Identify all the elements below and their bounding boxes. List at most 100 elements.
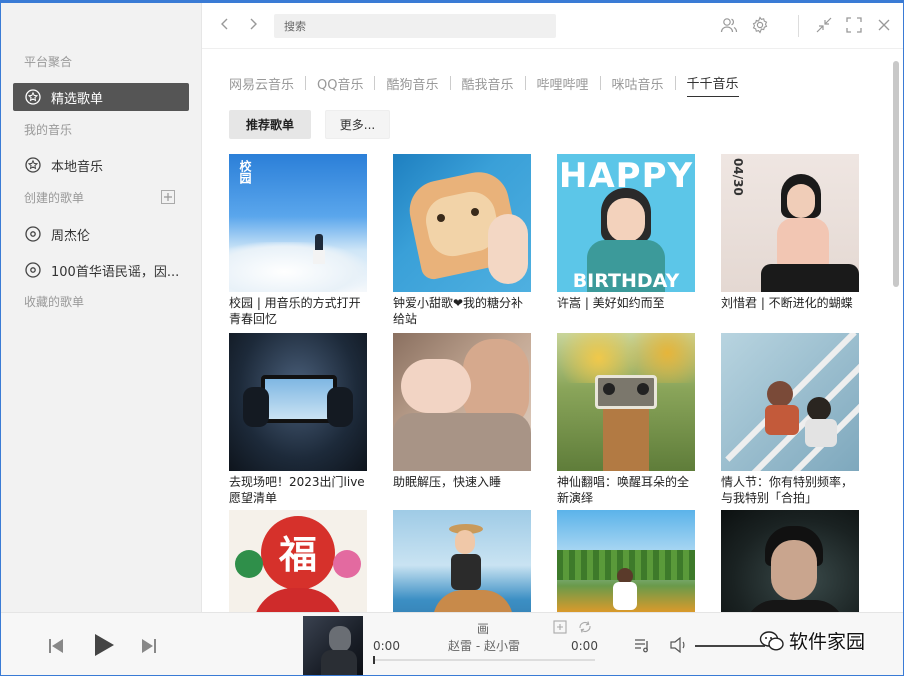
sidebar-item-label: 精选歌单	[51, 91, 104, 107]
disc-icon	[25, 226, 41, 242]
watermark-text: 软件家园	[789, 631, 866, 653]
time-current: 0:00	[373, 639, 400, 653]
playlist-cover	[721, 510, 859, 612]
tab-netease[interactable]: 网易云音乐	[229, 74, 294, 97]
back-arrow-icon[interactable]	[218, 17, 232, 31]
volume-slider[interactable]	[695, 645, 765, 647]
sidebar-section-created: 创建的歌单	[24, 191, 85, 205]
playlist-title: 校园 | 用音乐的方式打开青春回忆	[229, 296, 361, 326]
playlist-cover	[557, 333, 695, 471]
playlist-cover	[557, 510, 695, 612]
forward-arrow-icon[interactable]	[246, 17, 260, 31]
time-total: 0:00	[571, 639, 598, 653]
disc-icon	[25, 262, 41, 278]
playlist-cover	[229, 333, 367, 471]
playlist-card[interactable]: HAPPY BIRTHDAY 许嵩 | 美好如约而至	[557, 154, 695, 327]
user-icon[interactable]	[720, 16, 738, 34]
sidebar-item-label: 100首华语民谣，因...	[51, 264, 180, 280]
toolbar-divider	[798, 15, 799, 37]
album-thumbnail[interactable]	[303, 616, 363, 675]
playlist-title: 神仙翻唱：唤醒耳朵的全新演绎	[557, 475, 690, 505]
tab-kugou[interactable]: 酷狗音乐	[386, 74, 438, 97]
player-bar: 画 0:00 赵雷 - 赵小雷 0:00 软件家园	[1, 612, 903, 675]
tab-bilibili[interactable]: 哔哩哔哩	[537, 74, 589, 97]
playlist-card[interactable]	[393, 510, 531, 612]
more-categories-button[interactable]: 更多...	[325, 110, 390, 139]
playlist-cover	[393, 510, 531, 612]
tab-qq[interactable]: QQ音乐	[317, 74, 363, 97]
playlist-title: 去现场吧！2023出门live愿望清单	[229, 475, 365, 505]
sidebar-section-my-music: 我的音乐	[24, 123, 73, 137]
search-input[interactable]	[274, 14, 556, 38]
play-icon[interactable]	[93, 633, 115, 657]
main-content: 网易云音乐 QQ音乐 酷狗音乐 酷我音乐 哔哩哔哩 咪咕音乐 千千音乐 推荐歌单…	[202, 49, 903, 612]
playlist-card[interactable]: 钟爱小甜歌❤我的糖分补给站	[393, 154, 531, 327]
platform-tabs: 网易云音乐 QQ音乐 酷狗音乐 酷我音乐 哔哩哔哩 咪咕音乐 千千音乐	[229, 73, 739, 97]
top-bar	[202, 3, 903, 49]
lyrics-toggle[interactable]: 画	[477, 620, 489, 637]
watermark: 软件家园	[759, 627, 865, 654]
previous-track-icon[interactable]	[48, 637, 64, 655]
star-circle-icon	[25, 89, 41, 105]
playlist-card[interactable]: 04/30 刘惜君 | 不断进化的蝴蝶	[721, 154, 859, 327]
cover-label: 04/30	[731, 158, 745, 196]
playlist-cover	[721, 333, 859, 471]
playlist-card[interactable]: 神仙翻唱：唤醒耳朵的全新演绎	[557, 333, 695, 506]
playlist-card[interactable]: 助眠解压，快速入睡	[393, 333, 531, 506]
playlist-cover: 04/30	[721, 154, 859, 292]
sidebar-item-folk-100[interactable]: 100首华语民谣，因...	[13, 256, 189, 284]
playlist-title: 刘惜君 | 不断进化的蝴蝶	[721, 296, 853, 310]
cover-label: 福	[278, 533, 317, 577]
playlist-card[interactable]	[557, 510, 695, 612]
playlist-card[interactable]: 去现场吧！2023出门live愿望清单	[229, 333, 367, 506]
fullscreen-icon[interactable]	[845, 16, 863, 34]
volume-icon[interactable]	[670, 637, 688, 653]
repeat-icon[interactable]	[578, 620, 592, 634]
tab-migu[interactable]: 咪咕音乐	[612, 74, 664, 97]
tab-kuwo[interactable]: 酷我音乐	[462, 74, 514, 97]
sidebar-item-label: 本地音乐	[51, 159, 104, 175]
playlist-cover: 校园	[229, 154, 367, 292]
sidebar-item-label: 周杰伦	[51, 228, 91, 244]
add-to-playlist-icon[interactable]	[553, 620, 567, 634]
tab-separator	[449, 76, 451, 90]
playlist-cover	[393, 333, 531, 471]
playlist-card[interactable]	[721, 510, 859, 612]
star-circle-icon	[25, 157, 41, 173]
tab-separator	[374, 76, 376, 90]
playlist-title: 助眠解压，快速入睡	[393, 475, 502, 489]
next-track-icon[interactable]	[141, 637, 157, 655]
recommend-playlists-button[interactable]: 推荐歌单	[229, 110, 311, 139]
tab-separator	[524, 76, 526, 90]
sidebar-item-featured-playlists[interactable]: 精选歌单	[13, 83, 189, 111]
scrollbar-thumb[interactable]	[893, 61, 899, 287]
sidebar-item-local-music[interactable]: 本地音乐	[13, 151, 189, 179]
playlist-cover: 福	[229, 510, 367, 612]
playlist-queue-icon[interactable]	[634, 637, 650, 653]
playlist-card[interactable]: 校园 校园 | 用音乐的方式打开青春回忆	[229, 154, 367, 327]
gear-icon[interactable]	[751, 16, 769, 34]
sidebar-section-platform: 平台聚合	[24, 55, 73, 69]
playlist-card[interactable]: 福	[229, 510, 367, 612]
tab-separator	[599, 76, 601, 90]
tab-qianqian[interactable]: 千千音乐	[686, 73, 739, 97]
add-playlist-button[interactable]	[161, 190, 175, 204]
close-icon[interactable]	[875, 16, 893, 34]
playlist-cover	[393, 154, 531, 292]
cover-label: 校园	[238, 160, 252, 184]
playlist-title: 情人节：你有特别频率，与我特别「合拍」	[721, 475, 854, 505]
sidebar: 平台聚合 精选歌单 我的音乐 本地音乐 创建的歌单 周杰伦 100首华语民谣，因…	[1, 3, 202, 612]
playlist-title: 钟爱小甜歌❤我的糖分补给站	[393, 296, 524, 326]
sidebar-item-jay-chou[interactable]: 周杰伦	[13, 220, 189, 248]
progress-bar[interactable]	[373, 656, 595, 664]
app-window: 平台聚合 精选歌单 我的音乐 本地音乐 创建的歌单 周杰伦 100首华语民谣，因…	[0, 0, 904, 676]
playlist-title: 许嵩 | 美好如约而至	[557, 296, 665, 310]
progress-handle[interactable]	[373, 656, 375, 664]
sidebar-section-collected: 收藏的歌单	[24, 295, 85, 309]
playlist-cover: HAPPY BIRTHDAY	[557, 154, 695, 292]
minimize-icon[interactable]	[815, 16, 833, 34]
tab-separator	[305, 76, 307, 90]
chat-bubbles-icon	[759, 630, 784, 651]
tab-separator	[674, 76, 676, 90]
playlist-card[interactable]: 情人节：你有特别频率，与我特别「合拍」	[721, 333, 859, 506]
